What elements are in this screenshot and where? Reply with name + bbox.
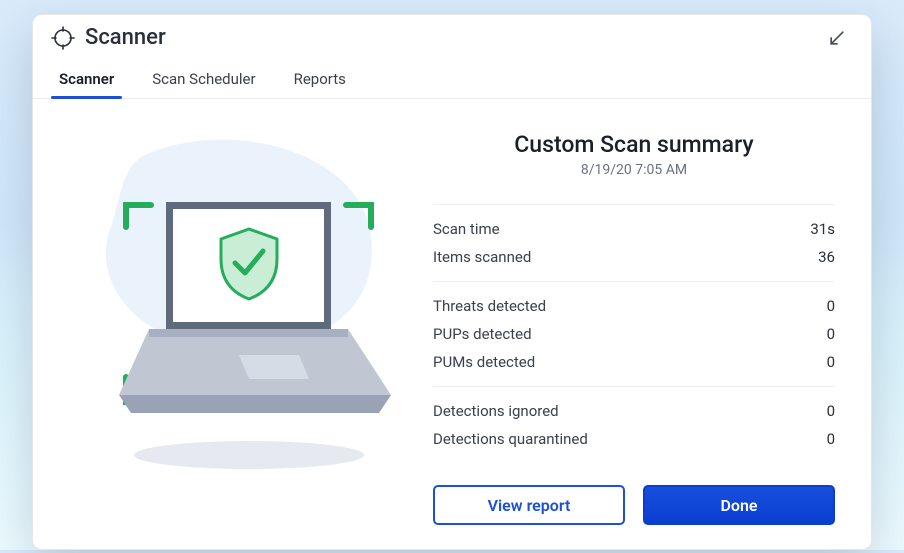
panel-title: Scanner [85, 25, 827, 50]
panel-header: Scanner [33, 15, 871, 64]
stat-value: 0 [827, 430, 835, 448]
stat-value: 36 [818, 248, 835, 266]
stat-label: Detections ignored [433, 402, 559, 420]
stat-value: 0 [827, 402, 835, 420]
stat-label: PUMs detected [433, 353, 535, 371]
crosshair-icon [51, 26, 75, 50]
stat-group-detections: Threats detected 0 PUPs detected 0 PUMs … [433, 281, 835, 386]
stat-group-actions: Detections ignored 0 Detections quaranti… [433, 386, 835, 463]
stat-label: Scan time [433, 220, 500, 238]
view-report-button[interactable]: View report [433, 485, 625, 525]
scanner-panel: Scanner Scanner Scan Scheduler Reports [32, 14, 872, 550]
illustration [61, 127, 411, 525]
stat-scan-time: Scan time 31s [433, 215, 835, 243]
stat-label: Detections quarantined [433, 430, 588, 448]
tab-reports[interactable]: Reports [288, 64, 352, 98]
stat-pums-detected: PUMs detected 0 [433, 348, 835, 376]
stat-label: Items scanned [433, 248, 531, 266]
stat-value: 0 [827, 325, 835, 343]
stat-threats-detected: Threats detected 0 [433, 292, 835, 320]
summary-title: Custom Scan summary [433, 131, 835, 158]
action-row: View report Done [433, 485, 835, 525]
summary-timestamp: 8/19/20 7:05 AM [433, 162, 835, 178]
stat-detections-ignored: Detections ignored 0 [433, 397, 835, 425]
stat-value: 31s [810, 220, 835, 238]
stat-label: Threats detected [433, 297, 546, 315]
tabs: Scanner Scan Scheduler Reports [33, 64, 871, 99]
stat-detections-quarantined: Detections quarantined 0 [433, 425, 835, 453]
stat-value: 0 [827, 353, 835, 371]
stat-label: PUPs detected [433, 325, 532, 343]
done-button[interactable]: Done [643, 485, 835, 525]
stat-group-basic: Scan time 31s Items scanned 36 [433, 204, 835, 281]
tab-scan-scheduler[interactable]: Scan Scheduler [146, 64, 261, 98]
stat-value: 0 [827, 297, 835, 315]
stat-items-scanned: Items scanned 36 [433, 243, 835, 271]
stat-pups-detected: PUPs detected 0 [433, 320, 835, 348]
summary: Custom Scan summary 8/19/20 7:05 AM Scan… [433, 127, 835, 525]
panel-content: Custom Scan summary 8/19/20 7:05 AM Scan… [33, 99, 871, 553]
tab-scanner[interactable]: Scanner [53, 64, 120, 98]
collapse-icon[interactable] [827, 28, 847, 48]
